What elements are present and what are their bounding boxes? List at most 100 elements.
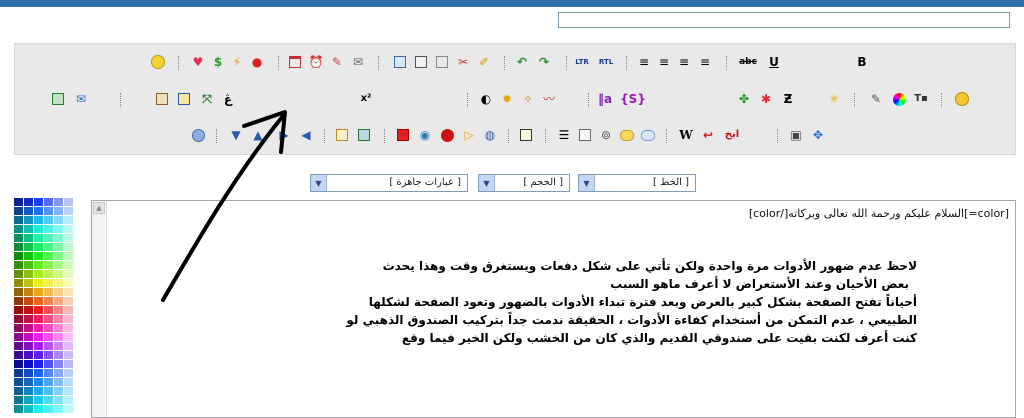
- color-swatch[interactable]: [24, 342, 33, 350]
- color-swatch[interactable]: [14, 333, 23, 341]
- color-swatch[interactable]: [54, 351, 63, 359]
- color-swatch[interactable]: [34, 261, 43, 269]
- color-swatch[interactable]: [64, 396, 73, 404]
- flash-icon[interactable]: ⚡: [229, 54, 245, 70]
- color-swatch[interactable]: [34, 387, 43, 395]
- emoji-icon[interactable]: [954, 91, 970, 107]
- color-swatch[interactable]: [44, 324, 53, 332]
- award-icon[interactable]: ●: [249, 54, 265, 70]
- gallery-icon[interactable]: [154, 91, 170, 107]
- color-swatch[interactable]: [24, 396, 33, 404]
- color-swatch[interactable]: [64, 207, 73, 215]
- color-swatch[interactable]: [24, 324, 33, 332]
- contrast-icon[interactable]: ◐: [478, 91, 494, 107]
- color-swatch[interactable]: [44, 360, 53, 368]
- table-icon[interactable]: [176, 91, 192, 107]
- color-swatch[interactable]: [14, 378, 23, 386]
- color-swatch[interactable]: [64, 351, 73, 359]
- color-swatch[interactable]: [24, 279, 33, 287]
- clover-icon[interactable]: ✤: [736, 91, 752, 107]
- arrow-left-icon[interactable]: ◀: [298, 127, 314, 143]
- smiley-icon[interactable]: [150, 54, 166, 70]
- line-icon[interactable]: 〰: [541, 91, 557, 107]
- color-swatch[interactable]: [24, 369, 33, 377]
- calendar-icon[interactable]: [287, 54, 303, 70]
- chat-icon[interactable]: [619, 127, 635, 143]
- color-swatch[interactable]: [14, 243, 23, 251]
- color-swatch[interactable]: [64, 234, 73, 242]
- color-swatch[interactable]: [44, 243, 53, 251]
- color-swatch[interactable]: [34, 342, 43, 350]
- color-swatch[interactable]: [44, 387, 53, 395]
- color-swatch[interactable]: [24, 360, 33, 368]
- chat2-icon[interactable]: [640, 127, 656, 143]
- color-swatch[interactable]: [34, 324, 43, 332]
- color-swatch[interactable]: [64, 225, 73, 233]
- color-swatch[interactable]: [44, 342, 53, 350]
- color-swatch[interactable]: [14, 225, 23, 233]
- color-swatch[interactable]: [24, 252, 33, 260]
- color-swatch[interactable]: [54, 333, 63, 341]
- color-swatch[interactable]: [14, 396, 23, 404]
- color-swatch[interactable]: [64, 387, 73, 395]
- color-swatch[interactable]: [34, 360, 43, 368]
- color-swatch[interactable]: [14, 342, 23, 350]
- color-swatch[interactable]: [64, 297, 73, 305]
- color-swatch[interactable]: [34, 315, 43, 323]
- color-swatch[interactable]: [34, 405, 43, 413]
- color-swatch[interactable]: [14, 234, 23, 242]
- color-swatch[interactable]: [44, 405, 53, 413]
- chevron-down-icon[interactable]: ▼: [479, 175, 495, 191]
- pencil-icon[interactable]: ✎: [329, 54, 345, 70]
- color-swatch[interactable]: [34, 198, 43, 206]
- color-swatch[interactable]: [14, 216, 23, 224]
- color-swatch[interactable]: [34, 306, 43, 314]
- red-arrow-icon[interactable]: ↩: [700, 127, 716, 143]
- magic-icon[interactable]: ✧: [520, 91, 536, 107]
- chevron-down-icon[interactable]: ▼: [579, 175, 595, 191]
- preview-icon[interactable]: ▣: [788, 127, 804, 143]
- color-swatch[interactable]: [54, 198, 63, 206]
- color-swatch[interactable]: [64, 378, 73, 386]
- heart-icon[interactable]: ♥: [190, 54, 206, 70]
- color-swatch[interactable]: [54, 270, 63, 278]
- move-icon[interactable]: ✥: [810, 127, 826, 143]
- highlighter-icon[interactable]: ✎: [868, 91, 884, 107]
- tag-icon[interactable]: {S}: [620, 91, 646, 107]
- dollar-icon[interactable]: $: [210, 54, 226, 70]
- return-icon[interactable]: Ƶ: [780, 91, 796, 107]
- duplicate-icon[interactable]: [434, 54, 450, 70]
- color-swatch[interactable]: [44, 306, 53, 314]
- color-swatch[interactable]: [34, 243, 43, 251]
- eraser-icon[interactable]: ✐: [476, 54, 492, 70]
- redo-icon[interactable]: ↷: [536, 54, 552, 70]
- color-swatch[interactable]: [64, 198, 73, 206]
- media-icon[interactable]: ▷: [461, 127, 477, 143]
- color-swatch[interactable]: [44, 351, 53, 359]
- color-swatch[interactable]: [44, 369, 53, 377]
- arabic-logo-icon[interactable]: ابخ: [722, 127, 742, 143]
- color-swatch[interactable]: [54, 225, 63, 233]
- color-swatch[interactable]: [24, 306, 33, 314]
- color-swatch[interactable]: [14, 387, 23, 395]
- frame-icon[interactable]: [334, 127, 350, 143]
- list-icon[interactable]: [518, 127, 534, 143]
- color-swatch[interactable]: [24, 378, 33, 386]
- chevron-down-icon[interactable]: ▼: [311, 175, 327, 191]
- undo-icon[interactable]: ↶: [514, 54, 530, 70]
- color-swatch[interactable]: [34, 378, 43, 386]
- color-swatch[interactable]: [64, 306, 73, 314]
- arrow-down-icon[interactable]: ▼: [228, 127, 244, 143]
- color-swatch[interactable]: [44, 288, 53, 296]
- color-swatch[interactable]: [14, 351, 23, 359]
- bars-icon[interactable]: ‖a: [597, 91, 613, 107]
- color-swatch[interactable]: [24, 198, 33, 206]
- title-input[interactable]: [558, 12, 1010, 28]
- color-swatch[interactable]: [64, 369, 73, 377]
- color-swatch[interactable]: [34, 297, 43, 305]
- color-swatch[interactable]: [24, 288, 33, 296]
- flower-icon[interactable]: ✱: [758, 91, 774, 107]
- color-swatch[interactable]: [34, 279, 43, 287]
- color-swatch[interactable]: [34, 225, 43, 233]
- list-lines-icon[interactable]: ☰: [556, 127, 572, 143]
